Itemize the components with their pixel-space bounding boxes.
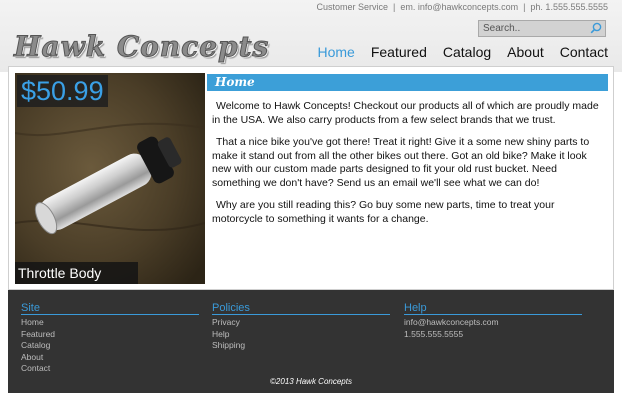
contact-phone: ph. 1.555.555.5555 <box>530 2 608 12</box>
intro-paragraph: Welcome to Hawk Concepts! Checkout our p… <box>212 100 599 126</box>
closing-paragraph: Why are you still reading this? Go buy s… <box>212 199 555 225</box>
copyright: ©2013 Hawk Concepts <box>270 377 352 386</box>
body-paragraph: That a nice bike you've got there! Treat… <box>212 136 590 189</box>
footer-site-title: Site <box>21 302 199 315</box>
footer-link-home[interactable]: Home <box>21 317 199 329</box>
contact-email[interactable]: em. info@hawkconcepts.com <box>400 2 518 12</box>
footer-link-catalog[interactable]: Catalog <box>21 340 199 352</box>
home-content: Welcome to Hawk Concepts! Checkout our p… <box>212 100 608 235</box>
footer-site: Site Home Featured Catalog About Contact <box>21 302 199 375</box>
customer-service-link[interactable]: Customer Service <box>317 2 389 12</box>
footer-link-about[interactable]: About <box>21 352 199 364</box>
product-name[interactable]: Throttle Body <box>15 262 138 284</box>
header: Customer Service | em. info@hawkconcepts.c… <box>0 0 622 72</box>
nav-contact[interactable]: Contact <box>560 44 608 60</box>
search-box <box>478 20 606 37</box>
footer-link-contact[interactable]: Contact <box>21 363 199 375</box>
page-title: Home <box>207 74 608 91</box>
search-input[interactable] <box>479 21 589 36</box>
footer-help-phone: 1.555.555.5555 <box>404 328 464 339</box>
nav-home[interactable]: Home <box>317 44 354 60</box>
footer-link-help[interactable]: Help <box>212 329 390 341</box>
footer-policies-title: Policies <box>212 302 390 315</box>
product-price: $50.99 <box>17 75 108 107</box>
footer: Site Home Featured Catalog About Contact… <box>8 290 614 393</box>
product-card[interactable]: $50.99 Throttle Body <box>15 73 205 284</box>
nav-about[interactable]: About <box>507 44 544 60</box>
footer-link-shipping[interactable]: Shipping <box>212 340 390 352</box>
footer-help-title: Help <box>404 302 582 315</box>
nav-catalog[interactable]: Catalog <box>443 44 491 60</box>
site-logo[interactable]: Hawk Concepts <box>13 30 269 64</box>
main-nav: Home Featured Catalog About Contact <box>317 44 608 60</box>
footer-help: Help info@hawkconcepts.com 1.555.555.555… <box>404 302 582 340</box>
contact-line: Customer Service | em. info@hawkconcepts.c… <box>316 2 608 12</box>
footer-link-featured[interactable]: Featured <box>21 329 199 341</box>
footer-link-privacy[interactable]: Privacy <box>212 317 390 329</box>
footer-policies: Policies Privacy Help Shipping <box>212 302 390 352</box>
search-icon[interactable] <box>590 22 602 34</box>
footer-help-email[interactable]: info@hawkconcepts.com <box>404 317 582 329</box>
nav-featured[interactable]: Featured <box>371 44 427 60</box>
